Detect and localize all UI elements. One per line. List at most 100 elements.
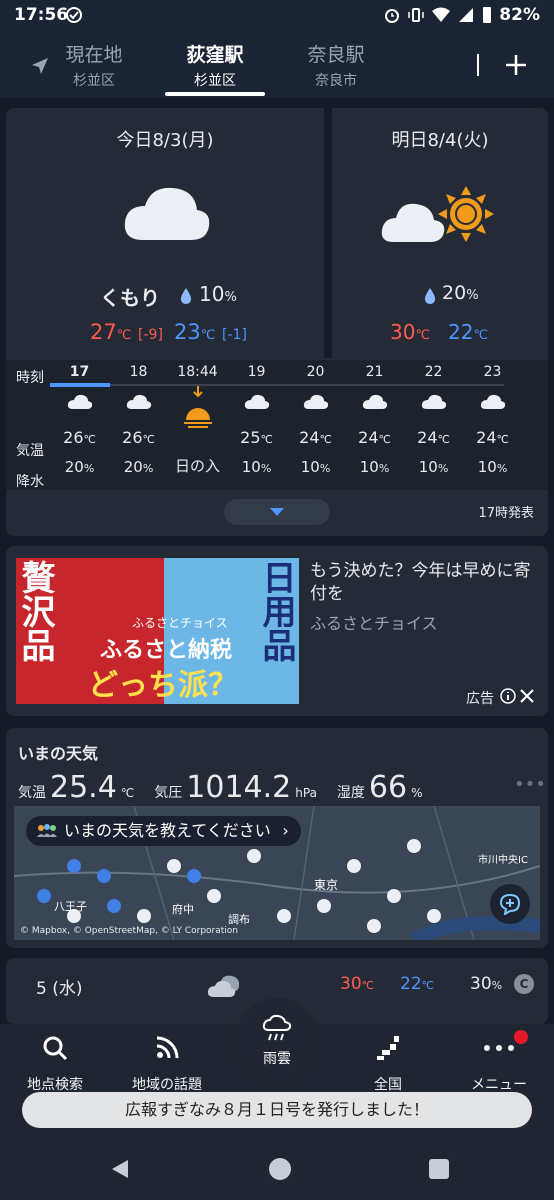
humidity-label: 湿度	[336, 785, 365, 801]
cloud-icon	[67, 394, 92, 409]
nav-national-label: 全国	[374, 1077, 402, 1093]
ad-card[interactable]: 贅沢品 日用品 ふるさとチョイス ふるさと納税 どっち派？ もう決めた？今年は早…	[6, 546, 548, 716]
nav-national[interactable]: 全国	[333, 1034, 443, 1094]
hour-time: 17	[69, 364, 90, 380]
map-label-hachioji: 八王子	[54, 900, 87, 913]
hour-time: 20	[306, 364, 325, 380]
people-icon	[37, 824, 57, 837]
map-label-chofu: 調布	[228, 913, 250, 926]
humidity-unit: %	[411, 786, 423, 800]
hour-icon	[404, 380, 463, 428]
hour-icon	[227, 380, 286, 428]
nav-topics[interactable]: 地域の話題	[112, 1034, 222, 1094]
ad-info-icon[interactable]	[500, 688, 516, 704]
recents-icon[interactable]	[428, 1158, 450, 1180]
current-title: いまの天気	[18, 744, 99, 763]
hour-temp: 26℃	[63, 428, 96, 447]
ad-close-icon[interactable]	[520, 689, 534, 703]
chat-plus-icon	[499, 893, 521, 915]
battery-icon	[483, 7, 492, 23]
nav-menu[interactable]: メニュー	[444, 1030, 554, 1094]
more-icon[interactable]: •••	[514, 774, 546, 795]
hour-time: 22	[424, 364, 443, 380]
today-condition: くもり	[100, 286, 160, 310]
hourly-columns: 17 26℃ 20% 18 26℃ 20% 18:44 日の入 19 25℃ 1…	[50, 360, 530, 488]
status-time: 17:56	[14, 5, 69, 25]
ad-right-text: 日用品	[256, 560, 296, 662]
weekly-low: 22℃	[400, 974, 434, 994]
pressure-label: 気圧	[154, 785, 183, 801]
ad-main-text-2: どっち派？	[88, 668, 238, 703]
cloud-icon	[362, 394, 387, 409]
hour-col-19: 19 25℃ 10%	[227, 360, 286, 476]
signal-icon	[459, 8, 474, 22]
map-label-tokyo: 東京	[314, 878, 339, 892]
today-high: 27℃ [-9]	[90, 320, 163, 344]
tomorrow-title: 明日8/4(火)	[391, 130, 489, 151]
hour-col-sunset: 18:44 日の入	[168, 360, 227, 476]
cloud-icon	[480, 394, 505, 409]
pressure-unit: hPa	[295, 786, 317, 800]
temp-label: 気温	[18, 785, 46, 801]
home-icon[interactable]	[268, 1157, 292, 1181]
sync-icon	[64, 5, 84, 30]
ad-image[interactable]: 贅沢品 日用品 ふるさとチョイス ふるさと納税 どっち派？	[16, 558, 299, 704]
hour-temp: 24℃	[476, 428, 509, 447]
hour-icon	[109, 380, 168, 428]
hour-rain: 10%	[477, 458, 508, 476]
battery-level: 82%	[499, 5, 540, 25]
row-label-temp: 気温	[16, 443, 44, 459]
active-tab-indicator	[165, 92, 265, 96]
toast-message[interactable]: 広報すぎなみ８月１日号を発行しました！	[22, 1092, 532, 1128]
hour-rain: 日の入	[174, 457, 220, 475]
hour-col-18: 18 26℃ 20%	[109, 360, 168, 476]
cloud-icon	[124, 187, 210, 240]
hour-col-23: 23 24℃ 10%	[463, 360, 522, 476]
report-weather-prompt[interactable]: いまの天気を教えてください ›	[26, 816, 301, 846]
hour-rain: 10%	[359, 458, 390, 476]
nav-search-label: 地点検索	[27, 1077, 83, 1093]
ad-label: 広告	[466, 691, 494, 707]
issued-time: 17時発表	[478, 506, 534, 521]
hour-col-21: 21 24℃ 10%	[345, 360, 404, 476]
hour-rain: 10%	[300, 458, 331, 476]
tomorrow-high: 30℃	[390, 320, 431, 344]
tab-current-location[interactable]: 現在地 杉並区	[28, 40, 128, 90]
hour-temp: 24℃	[417, 428, 450, 447]
expand-hourly-button[interactable]	[224, 499, 330, 525]
tab-name: 奈良駅	[307, 44, 365, 66]
hour-icon	[463, 380, 522, 428]
raindrop-icon	[424, 288, 436, 304]
hour-icon	[345, 380, 404, 428]
hour-temp: 26℃	[122, 428, 155, 447]
status-icons: 82%	[383, 5, 540, 25]
tab-nara[interactable]: 奈良駅 奈良市	[286, 40, 386, 90]
reliability-badge: C	[514, 974, 534, 994]
tab-ogikubo[interactable]: 荻窪駅 杉並区	[165, 40, 265, 90]
nav-rain-button[interactable]: 雨雲	[234, 998, 320, 1084]
weather-map[interactable]: 東京 八王子 府中 調布 市川中央IC いまの天気を教えてください › © Ma…	[14, 806, 540, 940]
today-rain: 10%	[199, 282, 237, 306]
hour-rain: 20%	[64, 458, 95, 476]
tabs-divider	[477, 54, 479, 76]
post-weather-button[interactable]	[490, 884, 530, 924]
notification-dot	[514, 1030, 528, 1044]
add-location-icon[interactable]	[505, 54, 527, 76]
hour-time: 18	[129, 364, 148, 380]
search-icon	[43, 1036, 68, 1061]
tomorrow-rain: 20%	[442, 282, 479, 304]
hour-time: 18:44	[177, 364, 218, 380]
sunset-icon	[183, 386, 212, 428]
back-icon[interactable]	[110, 1158, 130, 1180]
hour-time: 21	[365, 364, 384, 380]
hour-icon	[286, 380, 345, 428]
hour-temp: 24℃	[358, 428, 391, 447]
nav-menu-label: メニュー	[471, 1077, 527, 1093]
tab-sub: 杉並区	[194, 73, 236, 89]
nav-search[interactable]: 地点検索	[0, 1034, 110, 1094]
map-label-ichikawa: 市川中央IC	[478, 855, 528, 866]
chevron-right-icon: ›	[282, 821, 289, 840]
ad-headline[interactable]: もう決めた？今年は早めに寄付を	[310, 560, 538, 606]
cloud-icon	[244, 394, 269, 409]
hour-time: 19	[247, 364, 266, 380]
